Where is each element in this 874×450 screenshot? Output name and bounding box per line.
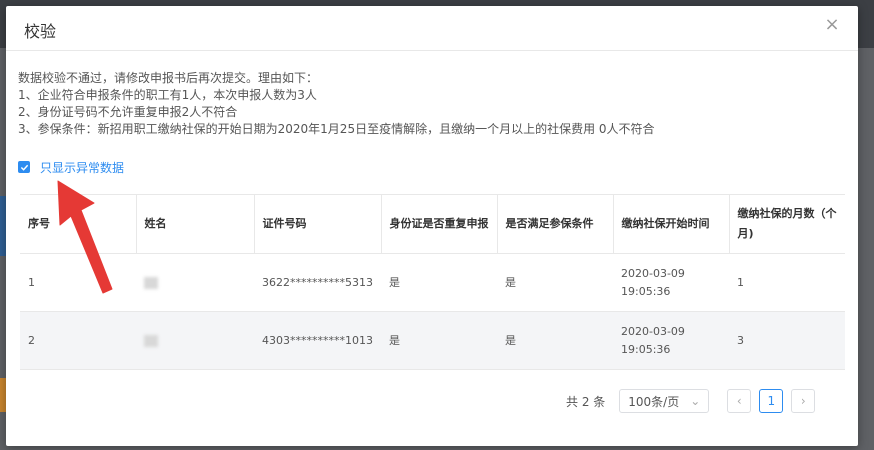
header-start-time: 缴纳社保开始时间 bbox=[613, 194, 730, 254]
table-row: 2 4303**********1013 是 是 2020-03-09 19:0… bbox=[20, 311, 845, 370]
message-line: 3、参保条件：新招用职工缴纳社保的开始日期为2020年1月25日至疫情解除，且缴… bbox=[18, 122, 655, 136]
close-icon[interactable]: × bbox=[822, 15, 842, 35]
header-id-number: 证件号码 bbox=[254, 194, 382, 254]
cell-start-time: 2020-03-09 19:05:36 bbox=[613, 311, 729, 370]
redacted-name bbox=[144, 276, 158, 289]
next-page-button[interactable]: › bbox=[791, 389, 816, 413]
redacted-name bbox=[144, 334, 158, 347]
total-count: 共 2 条 bbox=[566, 394, 606, 409]
cell-index: 1 bbox=[20, 253, 136, 312]
page-size-select[interactable]: 100条/页 ⌄ bbox=[619, 389, 710, 413]
dialog-title: 校验 bbox=[24, 22, 57, 41]
message-line: 数据校验不通过，请修改申报书后再次提交。理由如下： bbox=[18, 71, 319, 85]
header-months: 缴纳社保的月数（个月) bbox=[729, 194, 845, 254]
chevron-down-icon: ⌄ bbox=[690, 394, 701, 408]
message-line: 1、企业符合申报条件的职工有1人，本次申报人数为3人 bbox=[18, 88, 317, 102]
cell-start-time: 2020-03-09 19:05:36 bbox=[613, 253, 729, 312]
page-size-value: 100条/页 bbox=[628, 394, 680, 409]
cell-index: 2 bbox=[20, 311, 136, 370]
cell-eligible: 是 bbox=[497, 311, 613, 370]
cell-id-number: 4303**********1013 bbox=[254, 311, 381, 370]
table-header-row: 序号 姓名 证件号码 身份证是否重复申报 是否满足参保条件 缴纳社保开始时间 缴… bbox=[20, 194, 845, 254]
cell-months: 1 bbox=[729, 253, 845, 312]
header-name: 姓名 bbox=[136, 194, 255, 254]
page-1-button[interactable]: 1 bbox=[759, 389, 784, 413]
cell-duplicate: 是 bbox=[381, 253, 497, 312]
header-eligible: 是否满足参保条件 bbox=[497, 194, 614, 254]
header-duplicate: 身份证是否重复申报 bbox=[381, 194, 498, 254]
table-row: 1 3622**********5313 是 是 2020-03-09 19:0… bbox=[20, 253, 845, 312]
filter-checkbox[interactable] bbox=[18, 161, 30, 173]
check-icon bbox=[20, 164, 28, 171]
filter-label[interactable]: 只显示异常数据 bbox=[40, 159, 124, 176]
cell-duplicate: 是 bbox=[381, 311, 497, 370]
pagination: 共 2 条 100条/页 ⌄ ‹ 1 › bbox=[566, 388, 823, 414]
cell-eligible: 是 bbox=[497, 253, 613, 312]
prev-page-button[interactable]: ‹ bbox=[727, 389, 752, 413]
header-index: 序号 bbox=[20, 194, 137, 254]
cell-months: 3 bbox=[729, 311, 845, 370]
dialog-header: 校验 × bbox=[6, 6, 858, 51]
message-line: 2、身份证号码不允许重复申报2人不符合 bbox=[18, 105, 238, 119]
abnormal-filter[interactable]: 只显示异常数据 bbox=[18, 159, 124, 175]
cell-name bbox=[136, 253, 254, 312]
cell-name bbox=[136, 311, 254, 370]
validation-message: 数据校验不通过，请修改申报书后再次提交。理由如下： 1、企业符合申报条件的职工有… bbox=[18, 70, 655, 138]
cell-id-number: 3622**********5313 bbox=[254, 253, 381, 312]
result-table: 序号 姓名 证件号码 身份证是否重复申报 是否满足参保条件 缴纳社保开始时间 缴… bbox=[20, 194, 845, 370]
